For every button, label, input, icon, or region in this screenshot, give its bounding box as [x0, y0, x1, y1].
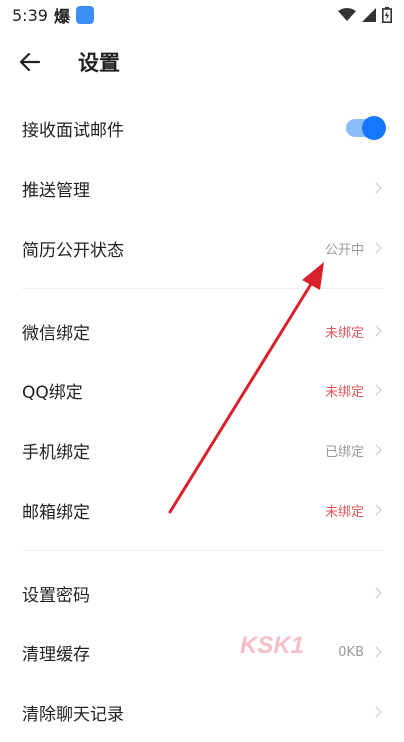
- resume-status-value: 公开中: [324, 242, 364, 258]
- app-header: 设置: [0, 36, 404, 88]
- chevron-right-icon: [370, 182, 382, 194]
- qq-binding-status: 未绑定: [324, 384, 364, 400]
- signal-icon: [362, 8, 376, 22]
- settings-row-push[interactable]: 推送管理: [0, 158, 404, 218]
- weather-icon: 爆: [53, 7, 70, 26]
- battery-icon: [382, 7, 392, 23]
- settings-row-clear-chat[interactable]: 清除聊天记录: [0, 682, 404, 742]
- wechat-binding-status: 未绑定: [324, 325, 364, 341]
- section-divider: [22, 550, 384, 551]
- chevron-right-icon: [370, 646, 382, 658]
- settings-row-label: 推送管理: [22, 180, 90, 201]
- settings-row-label: QQ绑定: [22, 382, 83, 403]
- chevron-right-icon: [370, 444, 382, 456]
- status-time: 5:39: [12, 5, 48, 25]
- settings-row-label: 设置密码: [22, 585, 90, 606]
- chevron-right-icon: [370, 587, 382, 599]
- wifi-icon: [338, 8, 356, 21]
- chevron-right-icon: [370, 384, 382, 396]
- settings-row-password[interactable]: 设置密码: [0, 563, 404, 623]
- section-divider: [22, 288, 384, 289]
- settings-row-label: 简历公开状态: [22, 240, 124, 261]
- settings-row-label: 清除聊天记录: [22, 704, 124, 725]
- status-bar: 5:39 爆: [0, 0, 404, 30]
- app-notification-icon: [75, 6, 94, 24]
- chevron-right-icon: [370, 242, 382, 254]
- settings-row-label: 接收面试邮件: [22, 120, 124, 141]
- settings-row-phone[interactable]: 手机绑定 已绑定: [0, 420, 404, 480]
- interview-email-toggle[interactable]: [346, 116, 386, 140]
- email-binding-status: 未绑定: [324, 504, 364, 520]
- settings-row-resume-visibility[interactable]: 简历公开状态 公开中: [0, 218, 404, 278]
- chevron-right-icon: [370, 325, 382, 337]
- toggle-knob: [362, 116, 386, 140]
- settings-row-label: 微信绑定: [22, 323, 90, 344]
- settings-row-label: 清理缓存: [22, 644, 90, 665]
- watermark-logo: KSK1: [240, 632, 305, 659]
- settings-row-label: 手机绑定: [22, 442, 90, 463]
- settings-row-qq[interactable]: QQ绑定 未绑定: [0, 360, 404, 420]
- chevron-right-icon: [370, 504, 382, 516]
- back-arrow-icon: [20, 53, 40, 71]
- settings-row-email[interactable]: 邮箱绑定 未绑定: [0, 480, 404, 540]
- page-title: 设置: [78, 51, 120, 75]
- settings-row-label: 邮箱绑定: [22, 502, 90, 523]
- chevron-right-icon: [370, 706, 382, 718]
- settings-row-interview-email: 接收面试邮件: [0, 98, 404, 158]
- phone-binding-status: 已绑定: [324, 444, 364, 460]
- settings-row-wechat[interactable]: 微信绑定 未绑定: [0, 301, 404, 361]
- back-button[interactable]: [16, 48, 44, 76]
